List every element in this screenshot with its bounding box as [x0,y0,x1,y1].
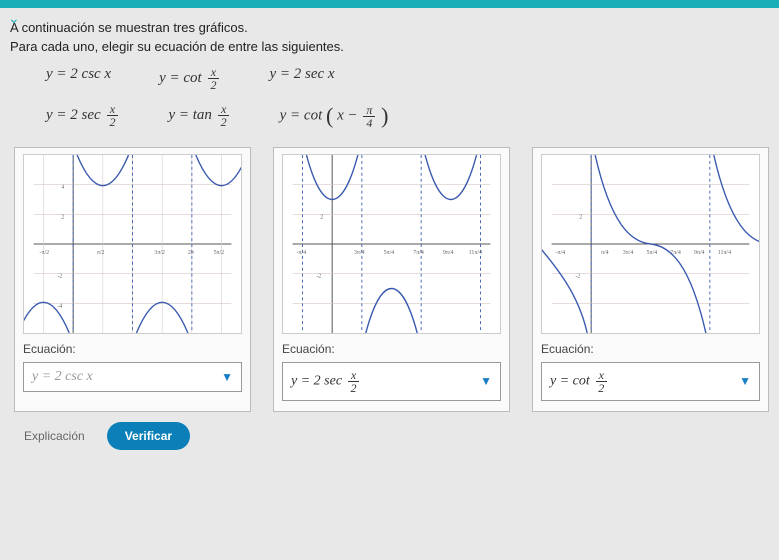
graphs-row: -π/2 π/2 3π/2 2π 5π/2 42 -2-4 Ecuación: … [14,147,769,412]
svg-text:9π/4: 9π/4 [694,250,705,256]
graph-panel-3: -π/4 π/4 3π/4 5π/4 7π/4 9π/4 11π/4 2 -2 Ecua… [532,147,769,412]
svg-text:2: 2 [61,214,64,220]
dropdown-icon: ▼ [739,374,751,389]
answer-label-2: Ecuación: [282,342,501,356]
svg-text:-π/4: -π/4 [556,250,566,256]
equation-options-row-2: y = 2 sec x2 y = tan x2 y = cot ( x − π4… [46,103,769,129]
option-3: y = 2 sec x [269,66,334,91]
prompt-line-2: Para cada uno, elegir su ecuación de ent… [10,39,769,54]
svg-text:3π/4: 3π/4 [354,250,365,256]
footer-actions: Explicación Verificar [14,422,769,450]
chevron-down-icon[interactable]: ⌄ [8,10,20,27]
graph-2: -π/4 3π/4 5π/4 7π/4 9π/4 11π/4 2 -2 [282,154,501,334]
svg-text:3π/2: 3π/2 [154,250,165,256]
svg-text:5π/4: 5π/4 [647,250,658,256]
top-accent-bar [0,0,779,8]
svg-text:2π: 2π [188,250,194,256]
svg-text:5π/2: 5π/2 [214,250,225,256]
option-6: y = cot ( x − π4 ) [280,103,389,129]
answer-select-1[interactable]: y = 2 csc x ▼ [23,362,242,392]
verify-button[interactable]: Verificar [107,422,190,450]
graph-3: -π/4 π/4 3π/4 5π/4 7π/4 9π/4 11π/4 2 -2 [541,154,760,334]
option-4: y = 2 sec x2 [46,103,120,129]
prompt-line-1: A continuación se muestran tres gráficos… [10,20,769,35]
graph-1: -π/2 π/2 3π/2 2π 5π/2 4 2 -2 -4 [23,154,242,334]
dropdown-icon: ▼ [480,374,492,389]
answer-value-1: y = 2 csc x [32,369,93,385]
svg-text:2: 2 [320,214,323,220]
answer-value-2: y = 2 sec x2 [291,369,362,394]
equation-options-row-1: y = 2 csc x y = cot x2 y = 2 sec x [46,66,769,91]
svg-text:-2: -2 [316,274,321,280]
svg-text:11π/4: 11π/4 [469,250,482,256]
answer-label-3: Ecuación: [541,342,760,356]
dropdown-icon: ▼ [221,370,233,385]
svg-text:-π/4: -π/4 [297,250,307,256]
svg-text:9π/4: 9π/4 [443,250,454,256]
option-5: y = tan x2 [168,103,231,129]
option-2: y = cot x2 [159,66,221,91]
svg-text:4: 4 [61,185,64,191]
explain-button[interactable]: Explicación [14,423,95,449]
answer-select-2[interactable]: y = 2 sec x2 ▼ [282,362,501,401]
answer-select-3[interactable]: y = cot x2 ▼ [541,362,760,401]
graph-panel-2: -π/4 3π/4 5π/4 7π/4 9π/4 11π/4 2 -2 Ecuació… [273,147,510,412]
svg-text:11π/4: 11π/4 [718,250,731,256]
svg-text:-4: -4 [57,303,62,309]
svg-text:-2: -2 [575,274,580,280]
answer-value-3: y = cot x2 [550,369,609,394]
svg-text:5π/4: 5π/4 [384,250,395,256]
svg-text:-2: -2 [57,274,62,280]
question-content: A continuación se muestran tres gráficos… [0,12,779,450]
svg-text:π/2: π/2 [97,250,105,256]
option-1: y = 2 csc x [46,66,111,91]
svg-text:7π/4: 7π/4 [413,250,424,256]
svg-text:7π/4: 7π/4 [670,250,681,256]
answer-label-1: Ecuación: [23,342,242,356]
svg-text:3π/4: 3π/4 [623,250,634,256]
svg-text:2: 2 [579,214,582,220]
svg-text:π/4: π/4 [601,250,609,256]
graph-panel-1: -π/2 π/2 3π/2 2π 5π/2 42 -2-4 Ecuación: … [14,147,251,412]
svg-text:-π/2: -π/2 [40,250,50,256]
